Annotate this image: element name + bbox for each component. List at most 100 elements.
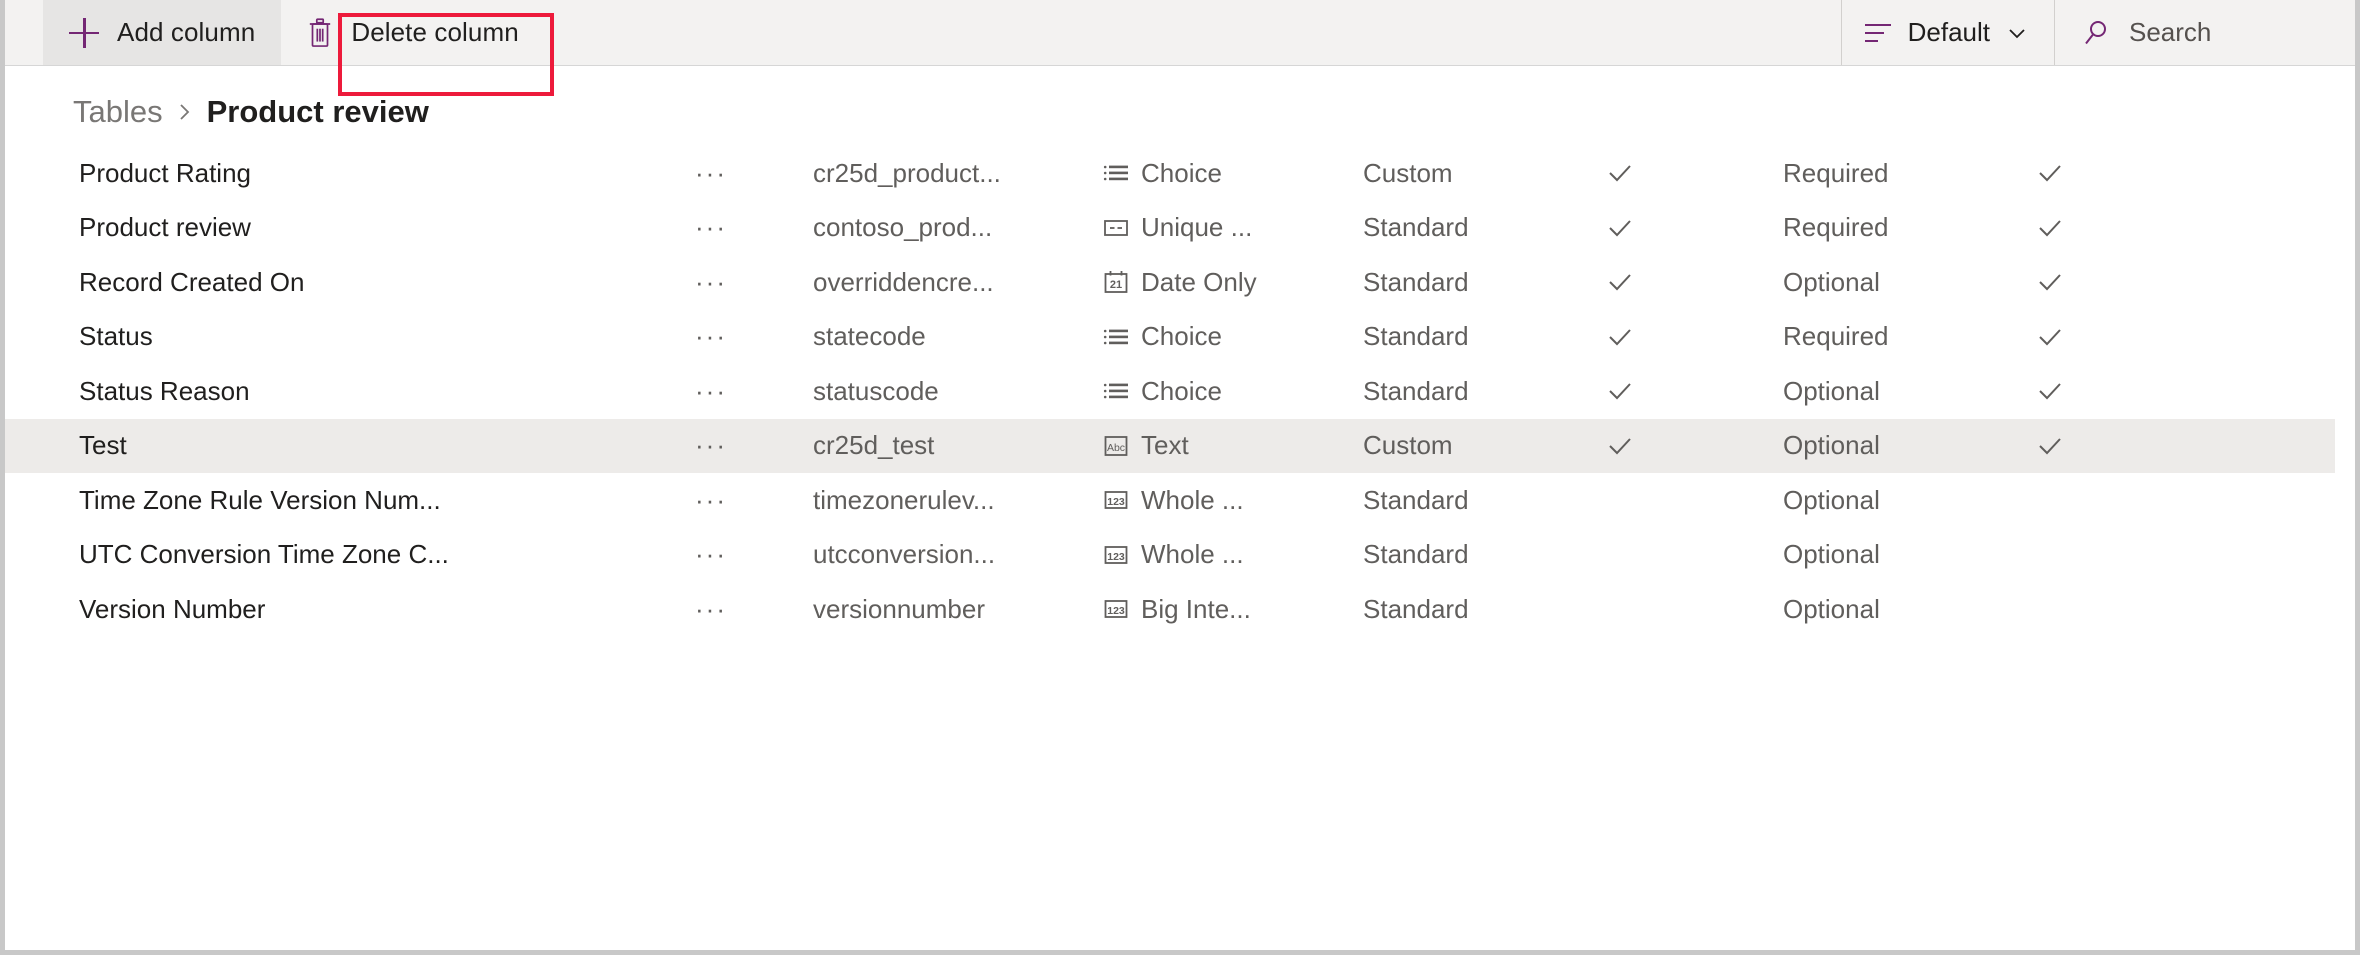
column-requirement: Optional (1783, 375, 1880, 406)
checkmark-icon (1605, 322, 1635, 352)
column-display-name: Product review (79, 212, 251, 243)
row-more-options-button[interactable]: ··· (695, 419, 755, 474)
column-data-type: 123 Whole ... (1103, 528, 1333, 583)
checkmark-icon (2035, 213, 2065, 243)
svg-text:123: 123 (1107, 605, 1125, 617)
svg-text:21: 21 (1110, 279, 1122, 291)
row-more-options-button[interactable]: ··· (695, 473, 755, 528)
column-data-type-label: Unique ... (1141, 212, 1253, 243)
checkmark-icon (1605, 376, 1635, 406)
svg-text:Abc: Abc (1107, 442, 1125, 454)
column-data-type: Choice (1103, 364, 1333, 419)
row-more-options-button[interactable]: ··· (695, 528, 755, 583)
table-row-8[interactable]: Version Number ··· versionnumber 123 Big… (5, 582, 2355, 637)
column-display-name: Status (79, 321, 153, 352)
column-requirement: Optional (1783, 266, 1880, 297)
table-row-6[interactable]: Time Zone Rule Version Num... ··· timezo… (5, 473, 2355, 528)
number-123-icon: 123 (1103, 542, 1129, 568)
column-data-type-label: Text (1141, 430, 1189, 461)
column-logical-name: cr25d_product... (813, 157, 1001, 188)
column-display-name: Test (79, 430, 127, 461)
breadcrumb-item-tables[interactable]: Tables (73, 94, 163, 130)
chevron-down-icon (2006, 22, 2028, 44)
table-row-3[interactable]: Status ··· statecode Choice Standard Req… (5, 309, 2355, 365)
column-data-type: Unique ... (1103, 201, 1333, 256)
search-placeholder: Search (2129, 17, 2212, 47)
column-searchable-check (1605, 473, 1645, 528)
column-audit-check (2035, 419, 2075, 474)
column-custom-type: Standard (1363, 321, 1469, 352)
column-searchable-check (1605, 255, 1645, 310)
column-audit-check (2035, 528, 2075, 583)
column-searchable-check (1605, 201, 1645, 256)
plus-icon (69, 17, 99, 48)
column-audit-check (2035, 310, 2075, 365)
add-column-button[interactable]: Add column (43, 0, 282, 65)
svg-text:123: 123 (1107, 551, 1125, 563)
column-audit-check (2035, 473, 2075, 528)
column-display-name: UTC Conversion Time Zone C... (79, 539, 449, 570)
column-audit-check (2035, 201, 2075, 256)
search-input[interactable]: Search (2055, 0, 2355, 65)
row-more-options-button[interactable]: ··· (695, 201, 755, 256)
row-more-options-button[interactable]: ··· (695, 255, 755, 310)
number-123-icon: 123 (1103, 487, 1129, 513)
choice-icon (1103, 378, 1129, 404)
chevron-right-icon (177, 99, 193, 125)
column-custom-type: Standard (1363, 266, 1469, 297)
table-row-2[interactable]: Record Created On ··· overriddencre... 2… (5, 255, 2355, 310)
column-logical-name: statecode (813, 321, 926, 352)
column-data-type: 123 Big Inte... (1103, 582, 1333, 637)
table-row-1[interactable]: Product review ··· contoso_prod... Uniqu… (5, 200, 2355, 256)
column-audit-check (2035, 582, 2075, 637)
row-more-options-button[interactable]: ··· (695, 582, 755, 637)
columns-grid: Product Rating ··· cr25d_product... Choi… (5, 146, 2355, 637)
column-requirement: Optional (1783, 593, 1880, 624)
column-data-type-label: Choice (1141, 375, 1222, 406)
column-display-name: Time Zone Rule Version Num... (79, 484, 441, 515)
column-requirement: Optional (1783, 484, 1880, 515)
checkmark-icon (2035, 431, 2065, 461)
choice-icon (1103, 324, 1129, 350)
column-logical-name: contoso_prod... (813, 212, 993, 243)
column-data-type: Abc Text (1103, 419, 1333, 474)
column-data-type-label: Whole ... (1141, 484, 1244, 515)
column-data-type-label: Choice (1141, 321, 1222, 352)
checkmark-icon (1605, 213, 1635, 243)
row-more-options-button[interactable]: ··· (695, 146, 755, 201)
column-requirement: Optional (1783, 539, 1880, 570)
breadcrumb: Tables Product review (73, 88, 429, 136)
delete-column-button[interactable]: Delete column (281, 0, 545, 65)
column-logical-name: overriddencre... (813, 266, 994, 297)
column-custom-type: Custom (1363, 157, 1453, 188)
column-custom-type: Custom (1363, 430, 1453, 461)
table-row-5[interactable]: Test ··· cr25d_test Abc Text Custom Opti… (5, 418, 2335, 474)
column-requirement: Required (1783, 321, 1889, 352)
column-custom-type: Standard (1363, 593, 1469, 624)
column-logical-name: statuscode (813, 375, 939, 406)
column-logical-name: cr25d_test (813, 430, 935, 461)
checkmark-icon (2035, 322, 2065, 352)
delete-column-label: Delete column (351, 17, 519, 47)
command-bar-right-group: Default Search (1840, 0, 2355, 65)
column-custom-type: Standard (1363, 484, 1469, 515)
row-more-options-button[interactable]: ··· (695, 364, 755, 419)
table-row-7[interactable]: UTC Conversion Time Zone C... ··· utccon… (5, 527, 2355, 583)
table-row-0[interactable]: Product Rating ··· cr25d_product... Choi… (5, 146, 2355, 201)
search-icon (2083, 20, 2109, 46)
row-more-options-button[interactable]: ··· (695, 310, 755, 365)
column-searchable-check (1605, 310, 1645, 365)
column-custom-type: Standard (1363, 539, 1469, 570)
view-selector-button[interactable]: Default (1842, 0, 2054, 65)
column-searchable-check (1605, 364, 1645, 419)
column-data-type: Choice (1103, 146, 1333, 201)
column-searchable-check (1605, 146, 1645, 201)
checkmark-icon (2035, 267, 2065, 297)
column-data-type-label: Big Inte... (1141, 593, 1251, 624)
view-list-icon (1864, 22, 1892, 44)
column-display-name: Record Created On (79, 266, 305, 297)
column-display-name: Product Rating (79, 157, 251, 188)
table-row-4[interactable]: Status Reason ··· statuscode Choice Stan… (5, 364, 2355, 419)
column-data-type: 21 Date Only (1103, 255, 1333, 310)
column-data-type-label: Whole ... (1141, 539, 1244, 570)
